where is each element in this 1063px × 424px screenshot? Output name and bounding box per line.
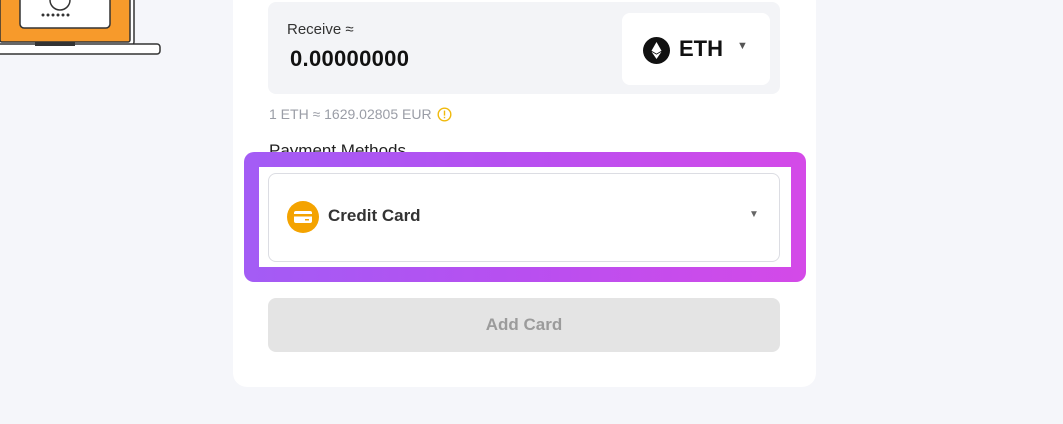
add-card-button[interactable]: Add Card [268,298,780,352]
caret-down-icon[interactable]: ▼ [737,40,748,52]
ethereum-icon [643,37,670,64]
laptop-illustration [0,0,161,55]
exchange-rate-text: 1 ETH ≈ 1629.02805 EUR [269,106,432,122]
coin-label[interactable]: ETH [679,36,723,62]
info-warning-icon[interactable] [437,106,452,122]
caret-down-icon[interactable]: ▼ [749,209,759,220]
page: Receive ≈ 0.00000000 ETH ▼ 1 ETH ≈ 1629.… [0,0,1063,424]
credit-card-icon [287,201,319,233]
exchange-rate: 1 ETH ≈ 1629.02805 EUR [269,106,452,122]
receive-amount: 0.00000000 [290,46,410,71]
receive-label: Receive ≈ [287,21,354,38]
payment-method-label[interactable]: Credit Card [328,206,421,226]
